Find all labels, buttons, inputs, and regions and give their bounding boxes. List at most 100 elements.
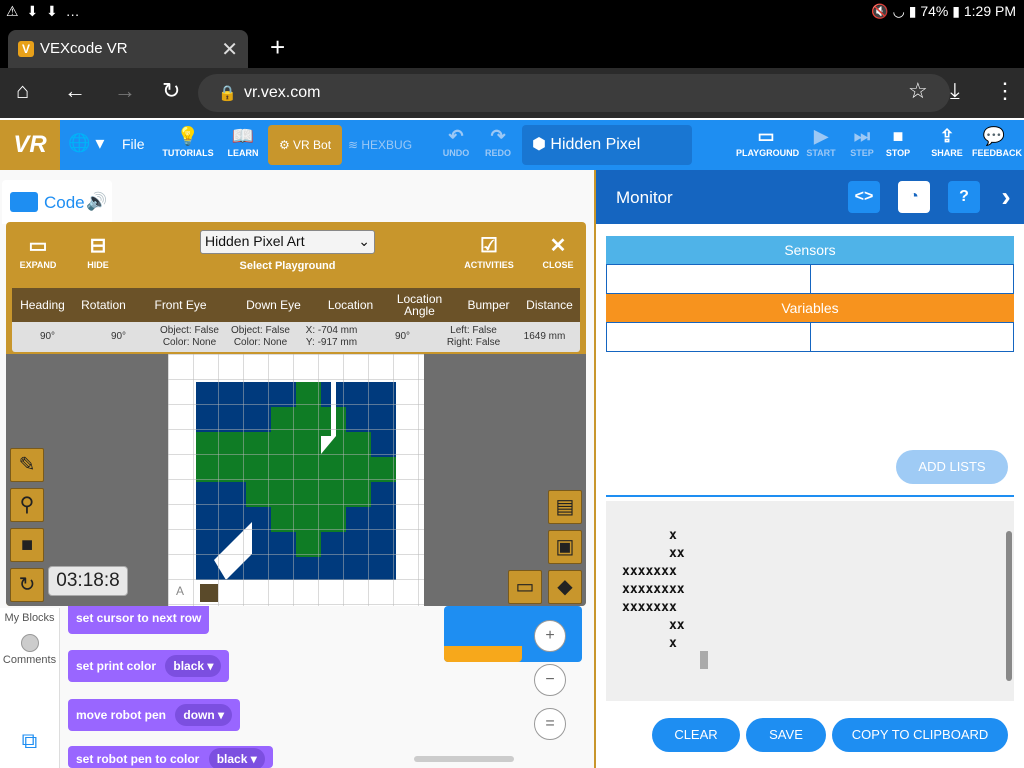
sensor-header-heading: Heading	[20, 298, 65, 312]
pen-color-dropdown[interactable]: black ▾	[208, 748, 265, 768]
code-tab[interactable]: Code 🔊	[2, 180, 112, 224]
pen-trail-tool-icon[interactable]: ✎	[10, 448, 44, 482]
close-button[interactable]: ✕ CLOSE	[536, 232, 580, 270]
sensor-values: 90° 90° Object: False Color: None Object…	[12, 322, 580, 352]
zoom-reset-button[interactable]: =	[534, 708, 566, 740]
camera-top-icon[interactable]: ▭	[508, 570, 542, 604]
more-menu-icon[interactable]: ⋮	[994, 78, 1016, 104]
camera-angle-icon[interactable]: ◆	[548, 570, 582, 604]
pen-position-dropdown[interactable]: down ▾	[175, 704, 233, 726]
bookmark-star-icon[interactable]: ☆	[908, 78, 928, 104]
console-divider	[606, 495, 1014, 497]
browser-tab-strip: V VEXcode VR ✕ +	[0, 24, 1024, 68]
extensions-icon[interactable]: ⧉	[0, 728, 59, 754]
back-icon[interactable]: ←	[64, 78, 86, 104]
expand-button[interactable]: ▭ EXPAND	[16, 232, 60, 270]
block-set-cursor[interactable]: set cursor to next row	[68, 602, 210, 634]
address-bar[interactable]: 🔒 vr.vex.com	[198, 74, 950, 112]
step-button[interactable]: ⏭ STEP	[848, 124, 876, 158]
sensor-header-front-eye: Front Eye	[154, 298, 207, 312]
learn-button[interactable]: 📖 LEARN	[224, 124, 262, 158]
activities-button[interactable]: ☑ ACTIVITIES	[462, 232, 516, 270]
download-icon[interactable]: ⤓	[950, 78, 960, 104]
category-my-blocks[interactable]: My Blocks	[0, 612, 59, 624]
category-comments[interactable]: Comments	[0, 654, 59, 666]
pixel-grid[interactable]: A	[168, 354, 424, 606]
new-tab-icon[interactable]: +	[270, 32, 285, 63]
expand-label: EXPAND	[19, 260, 57, 270]
sensors-header: Sensors	[606, 236, 1014, 264]
hexbug-label: HEXBUG	[361, 138, 413, 152]
project-name[interactable]: ⬢ Hidden Pixel	[522, 125, 692, 165]
location-pin-icon[interactable]: ⚲	[10, 488, 44, 522]
browser-tab[interactable]: V VEXcode VR ✕	[8, 30, 248, 68]
block-set-print-color[interactable]: set print color black ▾	[68, 650, 230, 682]
stop-square-icon[interactable]: ■	[10, 528, 44, 562]
start-button[interactable]: ▶ START	[806, 124, 836, 158]
signal-icon: ▮	[908, 3, 917, 19]
zoom-in-button[interactable]: +	[534, 620, 566, 652]
code-tab-label: Code	[44, 193, 85, 212]
forward-icon[interactable]: →	[114, 78, 136, 104]
tab-close-icon[interactable]: ✕	[221, 37, 238, 62]
zoom-out-button[interactable]: −	[534, 664, 566, 696]
block-move-robot-pen-label: move robot pen	[76, 708, 167, 722]
start-label: START	[806, 148, 836, 158]
language-globe-icon[interactable]: 🌐 ▾	[68, 133, 104, 154]
hexbug-button[interactable]: ≋ HEXBUG	[344, 125, 416, 165]
run-timer: 03:18:8	[48, 566, 128, 596]
redo-button[interactable]: ↷ REDO	[482, 124, 514, 158]
copy-to-clipboard-button[interactable]: COPY TO CLIPBOARD	[832, 718, 1008, 752]
sensors-row	[606, 264, 1014, 294]
block-move-robot-pen[interactable]: move robot pen down ▾	[68, 699, 241, 731]
vex-favicon-icon: V	[18, 41, 34, 57]
robot-icon: ⚙	[278, 138, 290, 152]
sensor-header-bumper: Bumper	[467, 298, 510, 312]
playground-select[interactable]: Hidden Pixel Art ⌄	[200, 230, 375, 254]
console-scrollbar[interactable]	[1006, 531, 1012, 681]
tutorials-label: TUTORIALS	[162, 148, 214, 158]
block-set-cursor-label: set cursor to next row	[76, 611, 202, 625]
project-name-text: Hidden Pixel	[550, 136, 641, 153]
add-lists-button[interactable]: ADD LISTS	[896, 450, 1008, 484]
undo-button[interactable]: ↶ UNDO	[440, 124, 472, 158]
collapse-chevron-icon[interactable]: ›	[994, 181, 1018, 213]
reset-icon[interactable]: ↻	[10, 568, 44, 602]
file-menu[interactable]: File	[122, 136, 145, 152]
workspace-scrollbar[interactable]	[414, 756, 514, 762]
dashboard-toggle-icon[interactable]: ▤	[548, 490, 582, 524]
stop-label: STOP	[885, 148, 911, 158]
print-console[interactable]: x xx xxxxxxx xxxxxxxx xxxxxxx xx x	[606, 501, 1014, 701]
save-button[interactable]: SAVE	[746, 718, 826, 752]
hide-button[interactable]: ⊟ HIDE	[80, 232, 116, 270]
variables-cell	[811, 323, 1014, 351]
vr-bot-label: VR Bot	[293, 138, 332, 152]
step-label: STEP	[850, 148, 874, 158]
playground-icon: ▭	[757, 126, 775, 146]
sensor-header-location: Location	[327, 298, 374, 312]
monitor-gauge-icon[interactable]: ◔	[898, 181, 930, 213]
feedback-button[interactable]: 💬 FEEDBACK	[972, 124, 1022, 158]
status-right: 🔇 ◡ ▮ 74% ▮ 1:29 PM	[871, 3, 1016, 20]
monitor-panel: Monitor <> ◔ ? › Sensors Variables ADD L…	[594, 170, 1024, 768]
share-button[interactable]: ⇪ SHARE	[930, 124, 964, 158]
program-stack-cap	[444, 646, 522, 662]
battery-icon: ▮	[952, 3, 960, 19]
print-color-dropdown[interactable]: black ▾	[165, 655, 222, 677]
playground-button[interactable]: ▭ PLAYGROUND	[736, 124, 799, 158]
hide-icon: ⊟	[89, 235, 107, 257]
vr-bot-button[interactable]: ⚙ VR Bot	[268, 125, 342, 165]
redo-label: REDO	[484, 148, 511, 158]
tutorials-button[interactable]: 💡 TUTORIALS	[162, 124, 214, 158]
camera-view-icon[interactable]: ▣	[548, 530, 582, 564]
code-view-icon[interactable]: <>	[848, 181, 880, 213]
clear-button[interactable]: CLEAR	[652, 718, 740, 752]
home-icon[interactable]: ⌂	[16, 78, 29, 104]
stop-button[interactable]: ■ STOP	[884, 124, 912, 158]
undo-label: UNDO	[442, 148, 470, 158]
block-set-pen-color[interactable]: set robot pen to color black ▾	[68, 746, 273, 768]
help-icon[interactable]: ?	[948, 181, 980, 213]
reload-icon[interactable]: ↻	[162, 78, 180, 104]
sensor-value-heading: 90°	[39, 331, 56, 342]
stop-icon: ■	[892, 126, 904, 146]
